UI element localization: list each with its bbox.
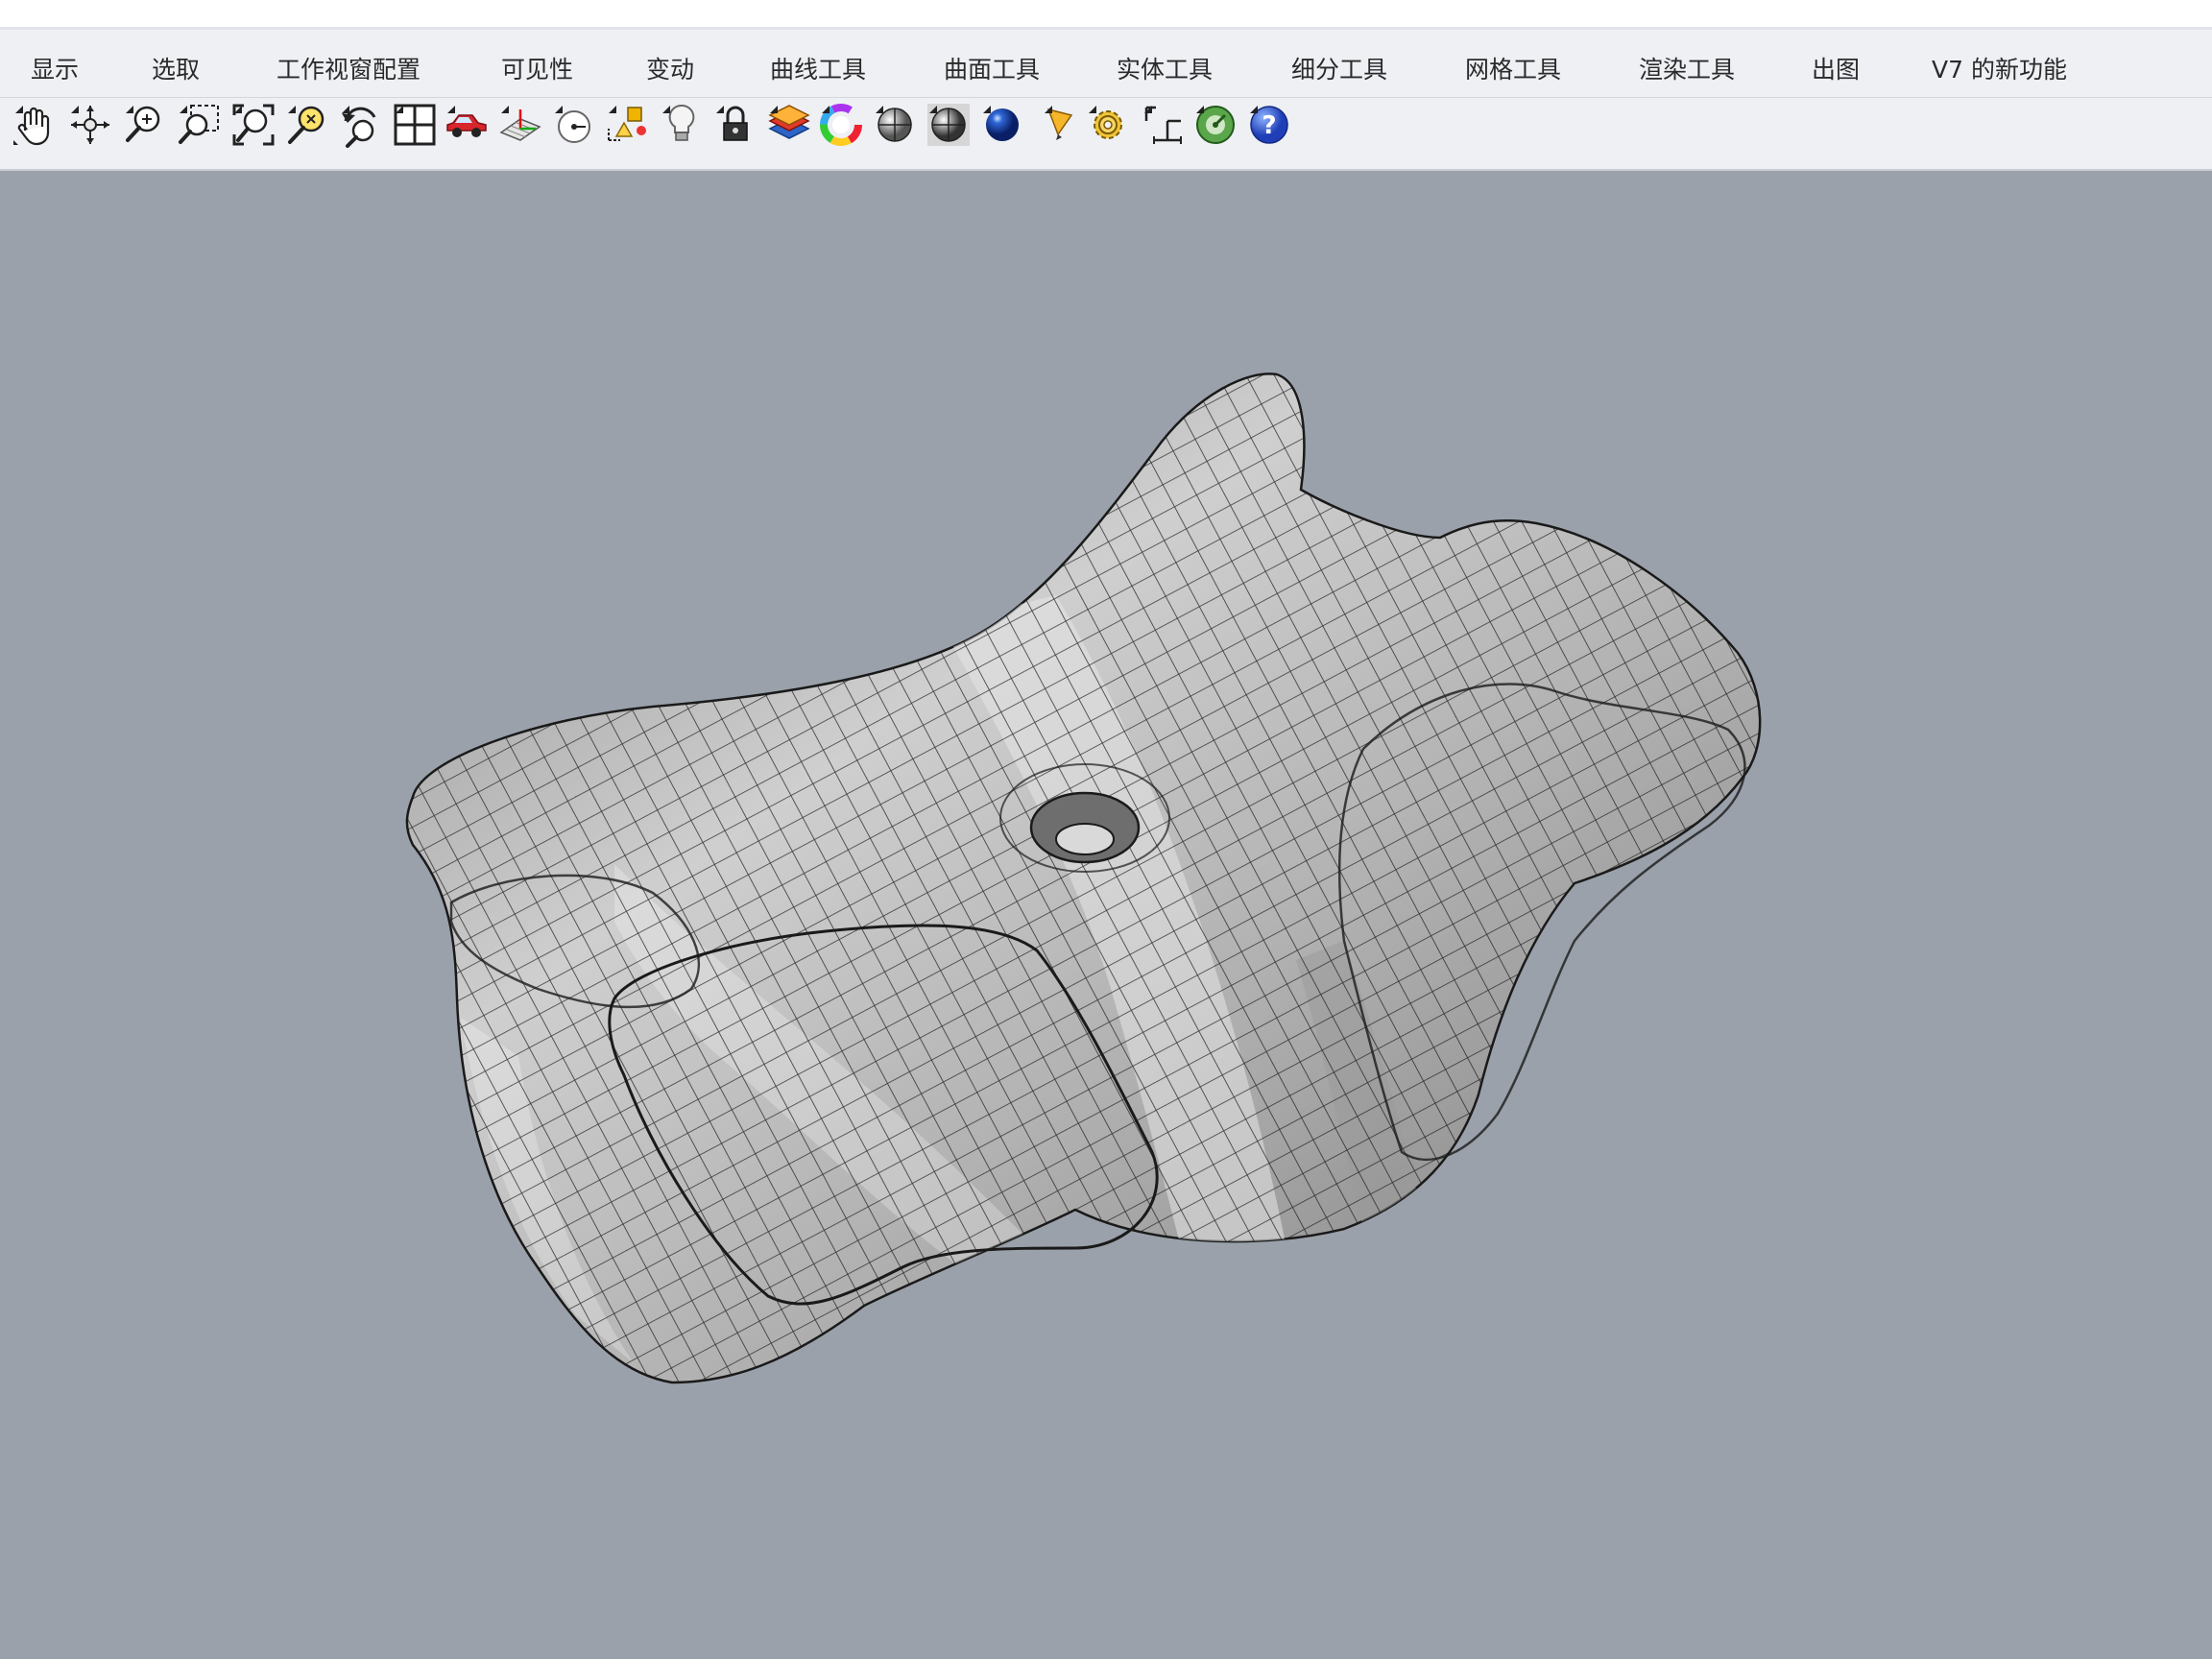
- undo-view-icon[interactable]: [338, 102, 384, 148]
- rotate-view-icon[interactable]: [67, 102, 113, 148]
- menu-bar: 显示 选取 工作视窗配置 可见性 变动 曲线工具 曲面工具 实体工具 细分工具 …: [0, 30, 2212, 98]
- flyout-marker: [396, 106, 403, 113]
- menu-surface-tools[interactable]: 曲面工具: [944, 51, 1040, 85]
- perspective-viewport[interactable]: [0, 171, 2212, 1659]
- flyout-marker: [1089, 106, 1096, 113]
- flyout-marker: [929, 106, 937, 113]
- zoom-window-icon[interactable]: [176, 102, 222, 148]
- flyout-marker: [716, 106, 724, 113]
- title-strip: [0, 0, 2212, 30]
- flyout-marker: [822, 106, 830, 113]
- flyout-marker: [1250, 106, 1258, 113]
- menu-visibility[interactable]: 可见性: [501, 51, 573, 85]
- help-icon[interactable]: ?: [1246, 102, 1292, 148]
- pan-hand-icon[interactable]: [12, 102, 58, 148]
- light-bulb-icon[interactable]: [659, 102, 705, 148]
- flyout-marker: [555, 106, 563, 113]
- zoom-selected-icon[interactable]: [284, 102, 330, 148]
- menu-drafting[interactable]: 出图: [1812, 51, 1860, 85]
- menu-viewport-layout[interactable]: 工作视窗配置: [276, 51, 421, 85]
- flyout-marker: [234, 106, 242, 113]
- flyout-marker: [501, 106, 509, 113]
- menu-mesh-tools[interactable]: 网格工具: [1465, 51, 1561, 85]
- flyout-marker: [609, 106, 616, 113]
- lock-icon[interactable]: [712, 102, 758, 148]
- color-wheel-icon[interactable]: [818, 102, 864, 148]
- flyout-marker: [288, 106, 296, 113]
- flyout-marker: [180, 106, 187, 113]
- pencil-icon[interactable]: [1041, 102, 1087, 148]
- menu-select[interactable]: 选取: [152, 51, 200, 85]
- flyout-marker: [1144, 106, 1152, 113]
- menu-transform[interactable]: 变动: [646, 51, 694, 85]
- named-view-car-icon[interactable]: [444, 102, 490, 148]
- flyout-marker: [71, 106, 79, 113]
- zoom-extents-icon[interactable]: [230, 102, 276, 148]
- menu-solid-tools[interactable]: 实体工具: [1117, 51, 1213, 85]
- flyout-marker: [342, 106, 349, 113]
- model-render: [405, 373, 1762, 1384]
- four-viewports-icon[interactable]: [392, 102, 438, 148]
- show-objects-icon[interactable]: [605, 102, 651, 148]
- menu-curve-tools[interactable]: 曲线工具: [770, 51, 866, 85]
- cplane-origin-icon[interactable]: [551, 102, 597, 148]
- flyout-marker: [447, 106, 455, 113]
- zoom-in-out-icon[interactable]: [122, 102, 168, 148]
- plugin-globe-icon[interactable]: [1192, 102, 1238, 148]
- flyout-marker: [1196, 106, 1204, 113]
- menu-render-tools[interactable]: 渲染工具: [1639, 51, 1735, 85]
- blue-sphere-icon[interactable]: [979, 102, 1025, 148]
- options-gear-icon[interactable]: [1085, 102, 1131, 148]
- flyout-marker: [1045, 106, 1052, 113]
- menu-subd-tools[interactable]: 细分工具: [1291, 51, 1387, 85]
- layer-icon[interactable]: [766, 102, 812, 148]
- flyout-marker: [126, 106, 133, 113]
- flyout-marker: [662, 106, 670, 113]
- rendered-sphere-icon[interactable]: [926, 102, 972, 148]
- named-cplane-icon[interactable]: [497, 102, 543, 148]
- flyout-marker: [770, 106, 778, 113]
- flyout-marker: [15, 106, 23, 113]
- flyout-marker: [983, 106, 991, 113]
- shaded-sphere-icon[interactable]: [872, 102, 918, 148]
- dimension-icon[interactable]: [1141, 102, 1187, 148]
- menu-display[interactable]: 显示: [31, 51, 79, 85]
- flyout-marker: [876, 106, 883, 113]
- menu-v7-new-features[interactable]: V7 的新功能: [1932, 51, 2067, 85]
